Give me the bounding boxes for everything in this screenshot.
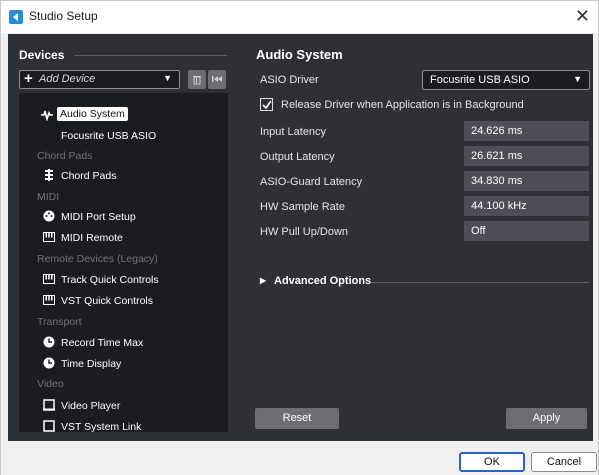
tree-item-label: Audio System bbox=[57, 107, 128, 121]
keyboard-icon bbox=[43, 295, 55, 305]
caret-down-icon: ▼ bbox=[573, 74, 582, 84]
tree-item-label: Record Time Max bbox=[61, 337, 144, 349]
add-device-label: Add Device bbox=[39, 73, 96, 85]
output-latency-label: Output Latency bbox=[260, 151, 335, 163]
tree-item-label: Time Display bbox=[61, 358, 122, 370]
tree-item-label: VST System Link bbox=[61, 421, 142, 432]
advanced-divider bbox=[371, 282, 589, 283]
tree-item-label: VST Quick Controls bbox=[61, 295, 154, 307]
reset-button[interactable]: Reset bbox=[255, 408, 339, 429]
add-device-dropdown[interactable]: + Add Device ▼ bbox=[19, 70, 180, 89]
output-latency-value: 26.621 ms bbox=[464, 146, 589, 166]
clock-icon bbox=[43, 357, 55, 369]
keyboard-icon bbox=[43, 232, 55, 242]
advanced-options-label: Advanced Options bbox=[274, 275, 372, 287]
tree-item-label: Video Player bbox=[61, 400, 121, 412]
title-bar: Studio Setup ✕ bbox=[1, 1, 598, 33]
tree-item-label: MIDI Port Setup bbox=[61, 211, 136, 223]
ok-button[interactable]: OK bbox=[459, 452, 525, 472]
devices-divider bbox=[74, 55, 227, 56]
hw-pull-value: Off bbox=[464, 221, 589, 241]
plus-icon: + bbox=[24, 70, 33, 87]
dialog-footer: OK Cancel bbox=[1, 442, 598, 475]
midi-port-icon bbox=[43, 210, 55, 222]
tree-item-label: Track Quick Controls bbox=[61, 274, 159, 286]
device-tree: Audio System Focusrite USB ASIO Chord Pa… bbox=[19, 93, 228, 432]
window-title: Studio Setup bbox=[29, 9, 98, 23]
asio-guard-latency-label: ASIO-Guard Latency bbox=[260, 176, 363, 188]
asio-driver-select[interactable]: Focusrite USB ASIO ▼ bbox=[422, 70, 590, 90]
asio-driver-value: Focusrite USB ASIO bbox=[430, 74, 530, 86]
delete-device-button[interactable] bbox=[188, 70, 206, 89]
rewind-icon bbox=[212, 76, 222, 82]
cancel-button[interactable]: Cancel bbox=[531, 452, 597, 472]
hw-sample-rate-value: 44.100 kHz bbox=[464, 196, 589, 216]
video-icon bbox=[43, 399, 55, 411]
reset-device-button[interactable] bbox=[208, 70, 226, 89]
input-latency-label: Input Latency bbox=[260, 126, 327, 138]
tree-item-label: MIDI Remote bbox=[61, 232, 123, 244]
asio-guard-latency-value: 34.830 ms bbox=[464, 171, 589, 191]
tree-item-label: Focusrite USB ASIO bbox=[61, 130, 157, 142]
close-icon[interactable]: ✕ bbox=[575, 5, 590, 27]
hw-pull-label: HW Pull Up/Down bbox=[260, 226, 349, 238]
cubase-app-icon bbox=[9, 10, 23, 24]
tree-category-transport: Transport bbox=[37, 316, 82, 328]
input-latency-value: 24.626 ms bbox=[464, 121, 589, 141]
studio-setup-window: Studio Setup ✕ Devices + Add Device ▼ Au… bbox=[0, 0, 599, 475]
hw-sample-rate-label: HW Sample Rate bbox=[260, 201, 345, 213]
tree-category-remote-devices: Remote Devices (Legacy) bbox=[37, 253, 158, 265]
link-icon bbox=[43, 420, 55, 432]
trash-icon bbox=[193, 76, 201, 85]
tree-category-chord-pads: Chord Pads bbox=[37, 150, 93, 162]
release-driver-checkbox[interactable] bbox=[260, 98, 273, 111]
caret-down-icon: ▼ bbox=[163, 73, 172, 83]
setup-panel: Devices + Add Device ▼ Audio System Focu… bbox=[8, 34, 593, 441]
tree-category-video: Video bbox=[37, 378, 64, 390]
audio-system-heading: Audio System bbox=[256, 47, 343, 62]
tree-category-midi: MIDI bbox=[37, 191, 60, 203]
release-driver-label: Release Driver when Application is in Ba… bbox=[281, 99, 524, 111]
keyboard-icon bbox=[43, 274, 55, 284]
chord-pads-icon bbox=[45, 169, 53, 181]
devices-heading: Devices bbox=[19, 48, 65, 62]
tree-item-label: Chord Pads bbox=[61, 170, 117, 182]
caret-right-icon: ▶ bbox=[260, 276, 267, 285]
apply-button[interactable]: Apply bbox=[506, 408, 587, 429]
clock-icon bbox=[43, 336, 55, 348]
asio-driver-label: ASIO Driver bbox=[260, 74, 319, 86]
audio-system-icon bbox=[41, 110, 53, 121]
checkmark-icon bbox=[262, 100, 272, 110]
